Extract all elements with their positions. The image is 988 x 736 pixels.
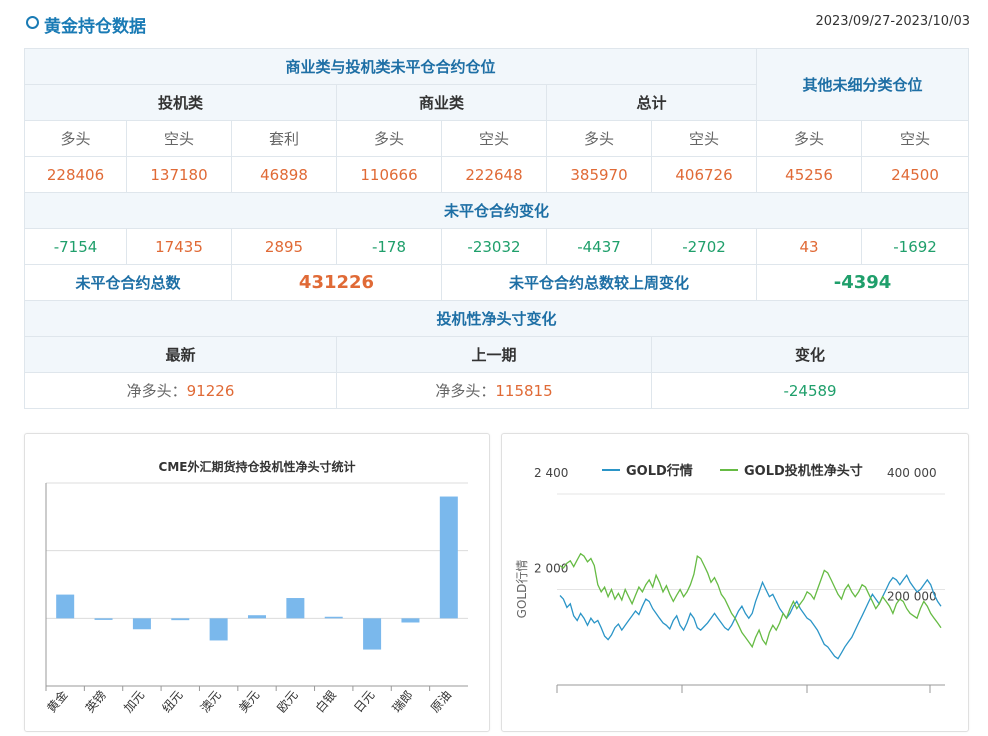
- gold-position-table: 商业类与投机类未平仓合约仓位 其他未细分类仓位 投机类 商业类 总计 多头 空头…: [23, 48, 970, 409]
- net-latest-value: 91226: [186, 382, 235, 400]
- x-tick-label: 澳元: [198, 688, 224, 715]
- bar-欧元[interactable]: [286, 598, 305, 619]
- value-cell: 46898: [231, 156, 337, 193]
- bar-原油[interactable]: [439, 496, 458, 619]
- value-cell: 110666: [336, 156, 442, 193]
- x-tick-label: 原油: [428, 688, 454, 715]
- legend-label: GOLD投机性净头寸: [744, 463, 863, 479]
- value-cell: 137180: [126, 156, 232, 193]
- net-change-label: 变化: [650, 336, 970, 373]
- net-prev-cell: 净多头：115815: [336, 372, 652, 409]
- change-cell: -1692: [861, 228, 970, 265]
- x-tick-label: 欧元: [275, 688, 301, 715]
- x-tick-label: 黄金: [44, 687, 71, 715]
- bar-英镑[interactable]: [94, 618, 113, 620]
- group-speculative: 投机类: [24, 84, 337, 121]
- col-header-long: 多头: [756, 120, 863, 157]
- col-header-long: 多头: [24, 120, 127, 157]
- col-header-spread: 套利: [231, 120, 337, 157]
- group-commercial: 商业类: [336, 84, 547, 121]
- bar-美元[interactable]: [248, 615, 266, 619]
- col-header-long: 多头: [546, 120, 652, 157]
- change-cell: 17435: [126, 228, 232, 265]
- change-cell: -7154: [24, 228, 127, 265]
- x-tick-label: 白银: [312, 687, 339, 715]
- change-cell: -2702: [650, 228, 758, 265]
- net-long-prefix: 净多头：: [126, 382, 187, 400]
- bar-黄金[interactable]: [56, 594, 75, 619]
- cme-net-position-chart-panel: CME外汇期货持仓投机性净头寸统计 黄金 英镑 加元 纽元 澳元 美元 欧元 白银 日元 瑞郎 原油: [24, 433, 490, 732]
- net-change-value: -24589: [650, 372, 970, 409]
- open-interest-change-value: -4394: [756, 264, 970, 301]
- open-interest-value: 431226: [231, 264, 442, 301]
- group-total: 总计: [545, 84, 758, 121]
- bar-瑞郎[interactable]: [401, 618, 420, 623]
- value-cell: 45256: [756, 156, 863, 193]
- net-prev-label: 上一期: [336, 336, 652, 373]
- x-tick-label: 美元: [236, 688, 262, 715]
- gold-price-vs-net-chart-panel: GOLD行情 GOLD投机性净头寸 2 400 400 000 2 000 200 000…: [501, 433, 969, 732]
- page-header: 黄金持仓数据 2023/09/27-2023/10/03: [24, 10, 970, 38]
- net-latest-label: 最新: [24, 336, 337, 373]
- bar-日元[interactable]: [363, 618, 382, 650]
- bar-白银[interactable]: [324, 616, 343, 619]
- change-cell: -4437: [546, 228, 652, 265]
- change-header: 未平仓合约变化: [23, 192, 970, 229]
- net-position-bar-chart: CME外汇期货持仓投机性净头寸统计 黄金 英镑 加元 纽元 澳元 美元 欧元 白银 日元 瑞郎 原油: [44, 459, 468, 715]
- net-prev-value: 115815: [495, 382, 553, 400]
- value-cell: 24500: [861, 156, 970, 193]
- bar-澳元[interactable]: [209, 618, 228, 641]
- change-cell: -178: [336, 228, 442, 265]
- right-tick-label: 400 000: [887, 466, 937, 480]
- y-axis-label: GOLD行情: [515, 560, 529, 619]
- net-long-prefix: 净多头：: [435, 382, 496, 400]
- open-interest-change-label: 未平仓合约总数较上周变化: [440, 264, 758, 301]
- value-cell: 222648: [441, 156, 547, 193]
- right-tick-label: 200 000: [887, 590, 937, 604]
- net-latest-cell: 净多头：91226: [24, 372, 337, 409]
- net-position-header: 投机性净头寸变化: [23, 300, 970, 337]
- change-cell: -23032: [441, 228, 547, 265]
- bar-加元[interactable]: [132, 618, 151, 630]
- change-cell: 2895: [231, 228, 337, 265]
- col-header-short: 空头: [126, 120, 232, 157]
- col-header-short: 空头: [441, 120, 547, 157]
- gold-price-line[interactable]: [559, 573, 942, 660]
- page-title: 黄金持仓数据: [44, 17, 146, 37]
- col-header-short: 空头: [861, 120, 970, 157]
- bar-chart-title: CME外汇期货持仓投机性净头寸统计: [159, 459, 356, 474]
- legend-gold-price[interactable]: GOLD行情: [602, 463, 693, 479]
- bar-纽元[interactable]: [171, 618, 190, 621]
- open-interest-label: 未平仓合约总数: [24, 264, 232, 301]
- x-tick-label: 英镑: [82, 687, 109, 715]
- x-tick-label: 瑞郎: [390, 688, 416, 715]
- date-range: 2023/09/27-2023/10/03: [815, 14, 970, 29]
- legend-gold-net[interactable]: GOLD投机性净头寸: [720, 463, 863, 479]
- main-header: 商业类与投机类未平仓合约仓位: [23, 48, 758, 85]
- value-cell: 406726: [650, 156, 758, 193]
- x-tick-label: 日元: [351, 688, 377, 715]
- value-cell: 228406: [24, 156, 127, 193]
- left-tick-label: 2 400: [534, 466, 568, 480]
- x-tick-label: 纽元: [159, 688, 185, 715]
- col-header-long: 多头: [336, 120, 442, 157]
- circle-bullet-icon: [26, 16, 39, 29]
- legend-label: GOLD行情: [626, 463, 693, 479]
- change-cell: 43: [756, 228, 863, 265]
- value-cell: 385970: [546, 156, 652, 193]
- other-header: 其他未细分类仓位: [756, 48, 970, 121]
- x-tick-label: 加元: [121, 688, 147, 715]
- gold-net-position-line[interactable]: [559, 552, 942, 649]
- gold-dual-line-chart[interactable]: GOLD行情 GOLD投机性净头寸2 400 400 0002 000200 000…: [502, 434, 968, 731]
- col-header-short: 空头: [650, 120, 758, 157]
